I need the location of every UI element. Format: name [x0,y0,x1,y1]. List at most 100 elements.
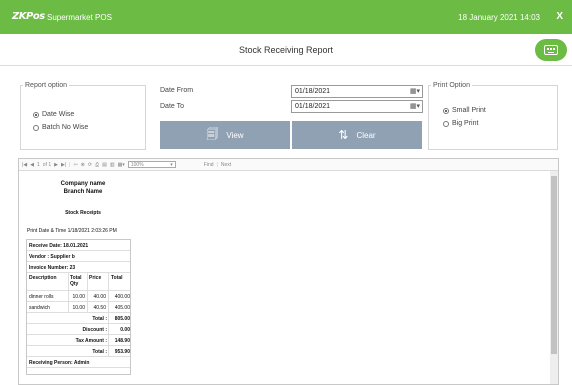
back-icon[interactable]: ⇦ [73,162,77,168]
date-to-input[interactable]: 01/18/2021 ▦▾ [291,100,423,113]
page-number-input[interactable]: 1 [37,162,40,168]
clear-button[interactable]: ⇅ Clear [292,121,422,149]
prev-page-icon[interactable]: ◀ [30,162,34,168]
refresh-icon: ⇅ [338,128,349,142]
col-total-qty: Total Qty [70,275,82,287]
invoice-number: Invoice Number: 23 [29,265,76,271]
print-layout-icon[interactable]: ▤ [102,162,107,168]
app-logo: ZKPos [12,11,45,22]
view-button-label: View [226,130,244,140]
print-datetime: Print Date & Time 1/18/2021 2:03:26 PM [27,228,117,234]
item-qty: 10.00 [72,305,85,311]
receive-date-row: Receive Date: 18.01.2021 [27,240,130,251]
discount-value: 0.00 [120,327,130,333]
radio-date-wise[interactable]: Date Wise [33,111,74,118]
item-qty: 10.00 [72,294,85,300]
report-viewer: |◀ ◀ 1 of 1 ▶ ▶| | ⇦ ⊗ ⟳ ⎙ ▤ ▥ ▦▾ 100% ▾… [18,158,559,385]
col-description: Description [29,275,57,281]
date-to-label: Date To [160,103,184,110]
table-footer-row [27,368,130,374]
date-from-input[interactable]: 01/18/2021 ▦▾ [291,85,423,98]
last-page-icon[interactable]: ▶| [61,162,66,168]
radio-label: Small Print [452,107,486,114]
invoice-row: Invoice Number: 23 [27,262,130,273]
keyboard-icon [544,45,558,55]
current-datetime: 18 January 2021 14:03 [458,13,540,22]
scrollbar-thumb[interactable] [551,176,557,354]
page-header: Stock Receiving Report [0,34,572,66]
next-link[interactable]: Next [221,162,231,168]
subtotal-row: Total : 805.00 [27,313,130,324]
radio-unselected-icon [443,120,449,127]
receiving-person-row: Receiving Person: Admin [27,357,130,368]
item-description: dinner rolls [29,294,54,300]
page-setup-icon[interactable]: ▥ [110,162,115,168]
grand-total-row: Total : 953.90 [27,346,130,357]
vertical-scrollbar[interactable] [550,171,558,384]
col-price: Price [89,275,102,281]
receipt-table: Receive Date: 18.01.2021 Vendor : Suppli… [26,239,131,375]
export-icon[interactable]: ▦▾ [118,162,125,168]
date-to-value: 01/18/2021 [295,103,331,110]
vendor-row: Vendor : Supplier b [27,251,130,262]
app-name: Supermarket POS [47,13,112,22]
next-page-icon[interactable]: ▶ [54,162,58,168]
keyboard-button[interactable] [535,39,567,61]
table-header-row: Description Total Qty Price Total [27,273,130,291]
table-row: sandwich 10.00 40.50 405.00 [27,302,130,313]
subtotal-label: Total : [92,316,107,322]
receive-date: Receive Date: 18.01.2021 [29,243,89,249]
item-total: 405.00 [114,305,130,311]
options-panel: Report option Date Wise Batch No Wise Da… [0,66,572,158]
calendar-icon[interactable]: ▦▾ [410,102,420,110]
print-icon[interactable]: ⎙ [95,162,99,168]
discount-row: Discount : 0.00 [27,324,130,335]
radio-batch-no-wise[interactable]: Batch No Wise [33,124,88,131]
item-price: 40.00 [93,294,106,300]
tax-row: Tax Amount : 148.90 [27,335,130,346]
view-button[interactable]: 🗐 View [160,121,290,149]
radio-small-print[interactable]: Small Print [443,107,486,114]
grand-total-label: Total : [92,349,107,355]
col-total: Total [111,275,123,281]
date-from-value: 01/18/2021 [295,88,331,95]
item-price: 40.50 [93,305,106,311]
toolbar-divider: | [69,161,71,168]
title-bar: ZKPos Supermarket POS 18 January 2021 14… [0,0,572,34]
grand-total-value: 953.90 [114,349,130,355]
radio-big-print[interactable]: Big Print [443,120,478,127]
close-button[interactable]: X [556,11,563,22]
discount-label: Discount : [82,327,107,333]
page-count: of 1 [42,161,52,168]
stop-icon[interactable]: ⊗ [81,162,85,168]
date-from-label: Date From [160,87,194,94]
report-option-legend: Report option [25,82,68,89]
zoom-select[interactable]: 100% ▾ [127,161,176,168]
find-link[interactable]: Find [204,162,214,168]
first-page-icon[interactable]: |◀ [22,162,27,168]
table-row: dinner rolls 10.00 40.00 400.00 [27,291,130,302]
clear-button-label: Clear [356,130,376,140]
company-name: Company name [60,181,106,187]
report-view-icon: 🗐 [206,126,219,141]
item-total: 400.00 [114,294,130,300]
radio-label: Big Print [452,120,479,127]
radio-label: Batch No Wise [42,124,89,131]
radio-selected-icon [443,107,449,114]
report-document: Company name Branch Name Stock Receipts … [22,172,148,384]
report-toolbar: |◀ ◀ 1 of 1 ▶ ▶| | ⇦ ⊗ ⟳ ⎙ ▤ ▥ ▦▾ 100% ▾… [19,159,558,171]
zoom-value: 100% [130,162,144,168]
calendar-icon[interactable]: ▦▾ [410,87,420,95]
branch-name: Branch Name [63,189,103,195]
report-option-group: Report option Date Wise Batch No Wise [20,82,146,150]
subtotal-value: 805.00 [114,316,130,322]
item-description: sandwich [29,305,50,311]
refresh-icon[interactable]: ⟳ [88,162,92,168]
receiving-person: Receiving Person: Admin [29,360,90,366]
radio-label: Date Wise [42,111,75,118]
radio-unselected-icon [33,124,39,131]
toolbar-divider: | [216,161,218,168]
radio-selected-icon [33,111,39,118]
report-title: Stock Receipts [65,210,101,216]
print-option-legend: Print Option [433,82,470,89]
